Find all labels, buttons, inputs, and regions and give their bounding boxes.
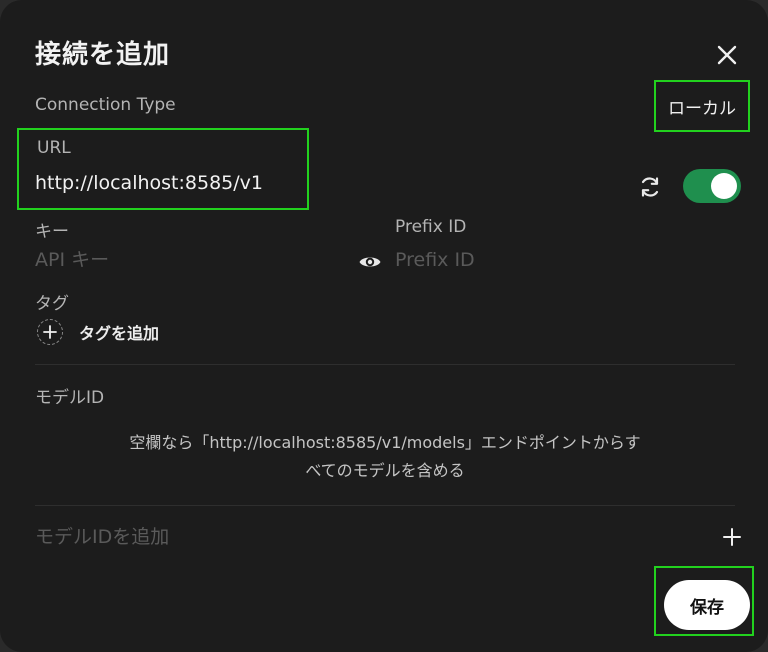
connection-type-label: Connection Type	[35, 95, 176, 115]
url-input[interactable]	[35, 172, 301, 194]
url-label: URL	[37, 138, 71, 158]
plus-circle-icon	[37, 319, 63, 345]
tag-label: タグ	[35, 294, 69, 314]
dialog-title: 接続を追加	[35, 40, 171, 70]
close-button[interactable]	[712, 40, 742, 70]
toggle-knob	[711, 173, 737, 199]
hint-line-2: べてのモデルを含める	[305, 461, 465, 480]
save-button[interactable]: 保存	[664, 580, 750, 630]
api-key-input[interactable]	[35, 249, 345, 271]
add-tag-label: タグを追加	[79, 324, 160, 343]
eye-icon	[359, 257, 381, 267]
url-field-group: URL	[17, 128, 309, 210]
close-icon	[717, 45, 737, 65]
model-id-label: モデルID	[35, 388, 105, 408]
add-connection-dialog: 接続を追加 Connection Type ローカル URL キー Prefix…	[0, 0, 768, 652]
prefix-id-label: Prefix ID	[395, 217, 467, 237]
prefix-id-input[interactable]	[395, 249, 735, 271]
save-button-highlight: 保存	[654, 566, 754, 636]
hint-line-1: 空欄なら「http://localhost:8585/v1/models」エンド…	[129, 433, 641, 452]
model-id-hint: 空欄なら「http://localhost:8585/v1/models」エンド…	[35, 429, 735, 485]
url-enabled-toggle[interactable]	[683, 169, 741, 203]
plus-icon	[723, 528, 741, 546]
refresh-icon	[641, 177, 659, 197]
toggle-key-visibility-button[interactable]	[358, 250, 382, 274]
refresh-button[interactable]	[637, 174, 663, 200]
key-label: キー	[35, 222, 69, 242]
divider	[35, 505, 735, 506]
add-model-id-input[interactable]	[35, 526, 635, 548]
add-model-button[interactable]	[721, 526, 743, 548]
add-tag-button[interactable]: タグを追加	[37, 317, 159, 347]
divider	[35, 364, 735, 365]
connection-type-button[interactable]: ローカル	[654, 80, 750, 132]
